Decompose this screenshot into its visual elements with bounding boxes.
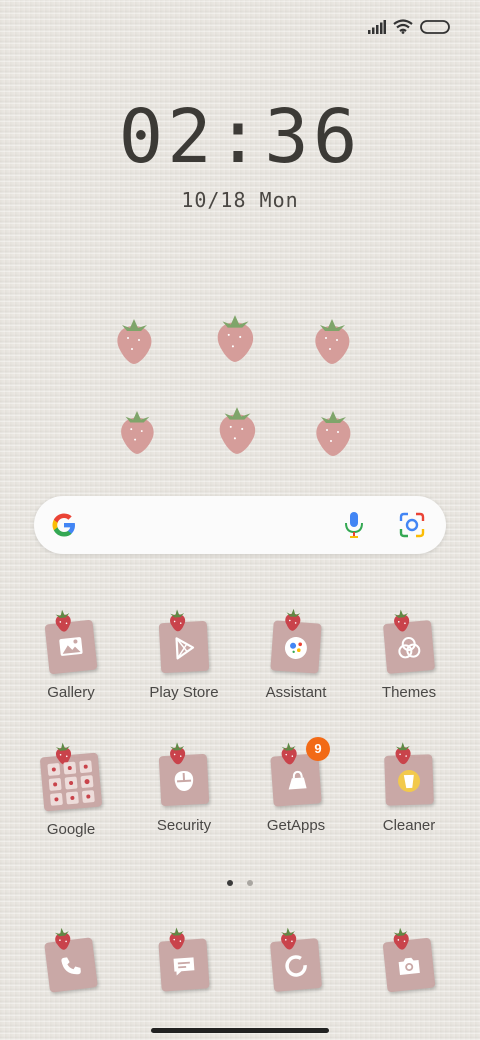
strawberry-pin-icon <box>281 927 297 950</box>
app-label: Assistant <box>265 684 327 701</box>
themes-icon <box>382 609 436 674</box>
strawberry-pin-icon <box>394 609 410 632</box>
app-getapps[interactable]: 9 GetApps <box>240 737 352 834</box>
strawberry-pin-icon <box>169 927 185 950</box>
strawberry-decoration <box>121 411 154 454</box>
google-g-icon <box>52 513 75 537</box>
strawberry-pin-icon <box>395 742 411 765</box>
app-label: Security <box>156 817 212 834</box>
cleaner-icon <box>384 742 434 806</box>
wifi-icon <box>393 19 413 34</box>
app-label: Google <box>46 821 96 838</box>
dock-phone[interactable] <box>15 927 127 993</box>
status-bar <box>368 19 450 34</box>
notification-badge: 9 <box>306 737 330 761</box>
app-label: GetApps <box>266 817 326 834</box>
strawberry-decoration <box>219 407 256 454</box>
app-label: Themes <box>381 684 437 701</box>
browser-icon <box>269 927 323 992</box>
strawberry-decoration <box>316 411 351 456</box>
app-label: Cleaner <box>382 817 436 834</box>
app-label: Play Store <box>149 684 219 701</box>
google-folder-icon <box>39 742 103 812</box>
camera-icon <box>382 927 436 993</box>
dock-messages[interactable] <box>128 927 240 992</box>
app-google-folder[interactable]: Google <box>15 742 127 838</box>
strawberry-decoration <box>315 319 350 364</box>
phone-icon <box>44 927 98 993</box>
page-indicator[interactable] <box>0 873 480 891</box>
battery-icon <box>420 19 450 34</box>
strawberry-pin-icon <box>281 742 297 765</box>
strawberry-pin-icon <box>170 742 186 765</box>
app-assistant[interactable]: Assistant <box>240 608 352 701</box>
play-store-icon <box>158 609 210 674</box>
strawberry-pin-icon <box>285 608 301 631</box>
app-themes[interactable]: Themes <box>353 609 465 701</box>
clock-time[interactable]: 02:36 <box>0 94 480 180</box>
home-gesture-bar[interactable] <box>151 1028 329 1033</box>
strawberry-pin-icon <box>393 927 409 950</box>
strawberry-pin-icon <box>170 609 186 632</box>
app-gallery[interactable]: Gallery <box>15 609 127 701</box>
strawberry-pin-icon <box>54 927 71 950</box>
strawberry-decoration <box>117 319 152 364</box>
mic-icon[interactable] <box>342 510 366 540</box>
app-security[interactable]: Security <box>128 742 240 834</box>
signal-icon <box>368 19 386 34</box>
page-dot-active[interactable] <box>226 880 233 886</box>
page-dot[interactable] <box>247 880 254 886</box>
lens-icon[interactable] <box>398 511 426 539</box>
google-search-bar[interactable] <box>34 496 446 554</box>
app-play-store[interactable]: Play Store <box>128 609 240 701</box>
security-icon <box>158 742 210 807</box>
dock-browser[interactable] <box>240 927 352 992</box>
assistant-icon <box>270 608 322 674</box>
app-label: Gallery <box>47 684 95 701</box>
gallery-icon <box>44 609 98 675</box>
messages-icon <box>158 927 210 992</box>
clock-date: 10/18 Mon <box>181 188 299 212</box>
strawberry-decoration <box>217 315 254 362</box>
app-cleaner[interactable]: Cleaner <box>353 742 465 834</box>
dock-camera[interactable] <box>353 927 465 993</box>
strawberry-pin-icon <box>55 609 71 632</box>
getapps-icon <box>270 742 322 807</box>
